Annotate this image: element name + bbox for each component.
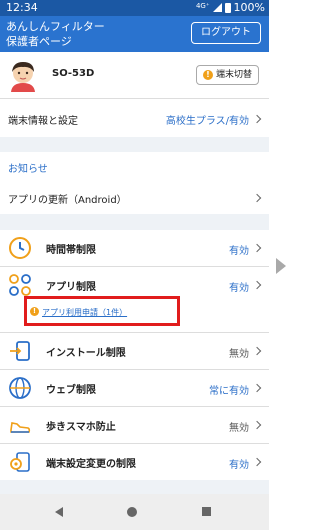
device-settings-label: 端末情報と設定 [8, 116, 78, 127]
news-heading: お知らせ [8, 164, 48, 175]
app-request-link[interactable]: アプリ利用申請（1件） [42, 307, 127, 318]
apps-grid-icon [9, 274, 31, 296]
menu-status: 有効 [229, 246, 249, 257]
chevron-right-icon [252, 457, 262, 467]
section-spacer [0, 137, 269, 152]
app-request-highlight: ! アプリ利用申請（1件） [24, 296, 180, 326]
section-spacer [0, 480, 269, 494]
menu-row-settings-change[interactable]: 端末設定変更の制限 有効 [0, 444, 269, 480]
chevron-right-icon [252, 280, 262, 290]
logout-button[interactable]: ログアウト [191, 22, 261, 44]
menu-label: アプリ制限 [46, 282, 96, 293]
menu-row-web-limit[interactable]: ウェブ制限 常に有効 [0, 370, 269, 406]
chevron-right-icon [252, 420, 262, 430]
clock-icon [9, 237, 31, 259]
warning-icon: ! [202, 70, 213, 80]
news-item[interactable]: アプリの更新（Android） [0, 180, 269, 214]
menu-row-walk-phone[interactable]: 歩きスマホ防止 無効 [0, 407, 269, 443]
app-header: あんしんフィルター 保護者ページ ログアウト [0, 16, 269, 52]
chevron-right-icon [252, 383, 262, 393]
chevron-right-icon [252, 114, 262, 124]
network-type: 4G⁺ [195, 2, 210, 10]
chevron-right-icon [252, 243, 262, 253]
menu-status: 常に有効 [209, 386, 249, 397]
avatar-icon [11, 62, 35, 92]
menu-status: 無効 [229, 349, 249, 360]
status-bar: 12:34 4G⁺ 100% [0, 0, 269, 16]
device-switch-button[interactable]: ! 端末切替 [195, 65, 259, 85]
device-switch-label: 端末切替 [215, 70, 252, 80]
battery-icon [224, 2, 231, 13]
sneaker-icon [10, 422, 31, 433]
home-icon[interactable] [127, 507, 137, 517]
news-item-label: アプリの更新（Android） [8, 195, 127, 206]
status-time: 12:34 [6, 1, 38, 14]
chevron-right-icon [252, 346, 262, 356]
menu-status: 有効 [229, 460, 249, 471]
menu-status: 無効 [229, 423, 249, 434]
menu-row-install-limit[interactable]: インストール制限 無効 [0, 333, 269, 369]
warning-icon: ! [30, 307, 39, 316]
news-section-header: お知らせ [0, 152, 269, 180]
recent-apps-icon[interactable] [202, 507, 211, 516]
menu-row-time-limit[interactable]: 時間帯制限 有効 [0, 230, 269, 266]
page-title: あんしんフィルター 保護者ページ [6, 20, 105, 48]
chevron-right-icon [252, 193, 262, 203]
section-spacer [0, 214, 269, 230]
menu-label: 歩きスマホ防止 [46, 422, 116, 433]
globe-icon [9, 377, 31, 399]
device-row: SO-53D ! 端末切替 [0, 52, 269, 98]
menu-status: 有効 [229, 283, 249, 294]
next-step-arrow-icon [276, 258, 286, 274]
menu-label: ウェブ制限 [46, 385, 96, 396]
settings-lock-icon [10, 452, 30, 472]
device-name: SO-53D [52, 68, 95, 79]
menu-label: 時間帯制限 [46, 245, 96, 256]
status-indicators: 4G⁺ 100% [196, 1, 265, 14]
phone-screen: 12:34 4G⁺ 100% あんしんフィルター 保護者ページ ログアウト SO… [0, 0, 269, 530]
battery-level: 100% [233, 1, 265, 14]
back-icon[interactable] [55, 507, 63, 517]
install-icon [10, 341, 30, 361]
android-nav-bar [0, 494, 269, 530]
menu-label: インストール制限 [46, 348, 126, 359]
device-settings-value: 高校生プラス/有効 [165, 116, 249, 127]
device-settings-row[interactable]: 端末情報と設定 高校生プラス/有効 [0, 99, 269, 137]
signal-icon [212, 3, 222, 12]
menu-label: 端末設定変更の制限 [46, 459, 136, 470]
